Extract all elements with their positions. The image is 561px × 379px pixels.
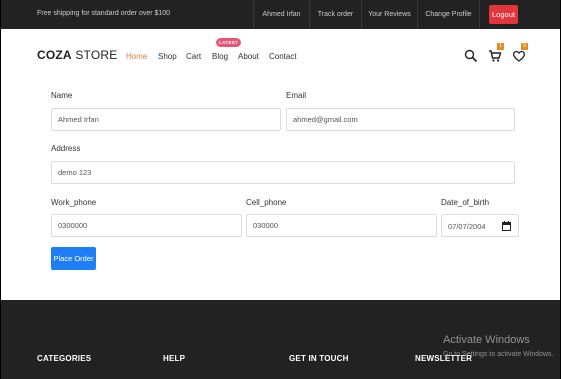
nav-about[interactable]: About — [238, 52, 259, 61]
logo[interactable]: COZA STORE — [37, 48, 117, 62]
topbar-track-order-link[interactable]: Track order — [309, 0, 361, 29]
wishlist-count-badge: 0 — [521, 43, 528, 50]
search-icon[interactable] — [464, 49, 478, 63]
nav-cart[interactable]: Cart — [186, 52, 201, 61]
work-phone-label: Work_phone — [51, 198, 97, 207]
footer-contact-heading: GET IN TOUCH — [289, 354, 349, 363]
dob-input[interactable]: 07/07/2004 — [441, 214, 519, 237]
name-label: Name — [51, 91, 73, 100]
activate-windows-title: Activate Windows — [443, 334, 530, 346]
heart-icon[interactable] — [512, 49, 526, 63]
nav-shop[interactable]: Shop — [158, 52, 177, 61]
calendar-icon[interactable] — [502, 221, 511, 231]
address-input[interactable] — [51, 161, 515, 184]
topbar-divider — [479, 0, 480, 29]
cart-icon[interactable] — [488, 49, 502, 63]
logo-light: STORE — [71, 48, 118, 62]
work-phone-input[interactable] — [51, 214, 242, 237]
topbar-reviews-link[interactable]: Your Reviews — [361, 0, 417, 29]
nav-contact[interactable]: Contact — [269, 52, 297, 61]
cell-phone-label: Cell_phone — [246, 198, 287, 207]
dob-value: 07/07/2004 — [448, 222, 486, 231]
logo-bold: COZA — [37, 48, 72, 62]
cart-count-badge: 1 — [497, 43, 504, 50]
nav-home[interactable]: Home — [126, 52, 147, 61]
blog-latest-badge: LATEST — [216, 38, 241, 47]
footer-categories-heading: CATEGORIES — [37, 354, 92, 363]
address-label: Address — [51, 144, 81, 153]
topbar-change-profile-link[interactable]: Change Profile — [417, 0, 479, 29]
email-input[interactable] — [286, 108, 515, 131]
email-label: Email — [286, 91, 307, 100]
logout-button[interactable]: Logout — [489, 5, 518, 24]
shipping-notice: Free shipping for standard order over $1… — [37, 10, 171, 17]
top-bar: Free shipping for standard order over $1… — [1, 0, 560, 29]
activate-windows-subtitle: Go to Settings to activate Windows. — [443, 351, 554, 358]
name-input[interactable] — [51, 108, 281, 131]
place-order-button[interactable]: Place Order — [51, 247, 96, 270]
main-header: COZA STORE Home Shop Cart Blog About Con… — [1, 29, 560, 83]
footer-help-heading: HELP — [163, 354, 186, 363]
dob-label: Date_of_birth — [441, 198, 490, 207]
cell-phone-input[interactable] — [246, 214, 437, 237]
nav-blog[interactable]: Blog — [212, 52, 228, 61]
page: Free shipping for standard order over $1… — [1, 0, 560, 379]
topbar-user-link[interactable]: Ahmed Irfan — [253, 0, 309, 29]
